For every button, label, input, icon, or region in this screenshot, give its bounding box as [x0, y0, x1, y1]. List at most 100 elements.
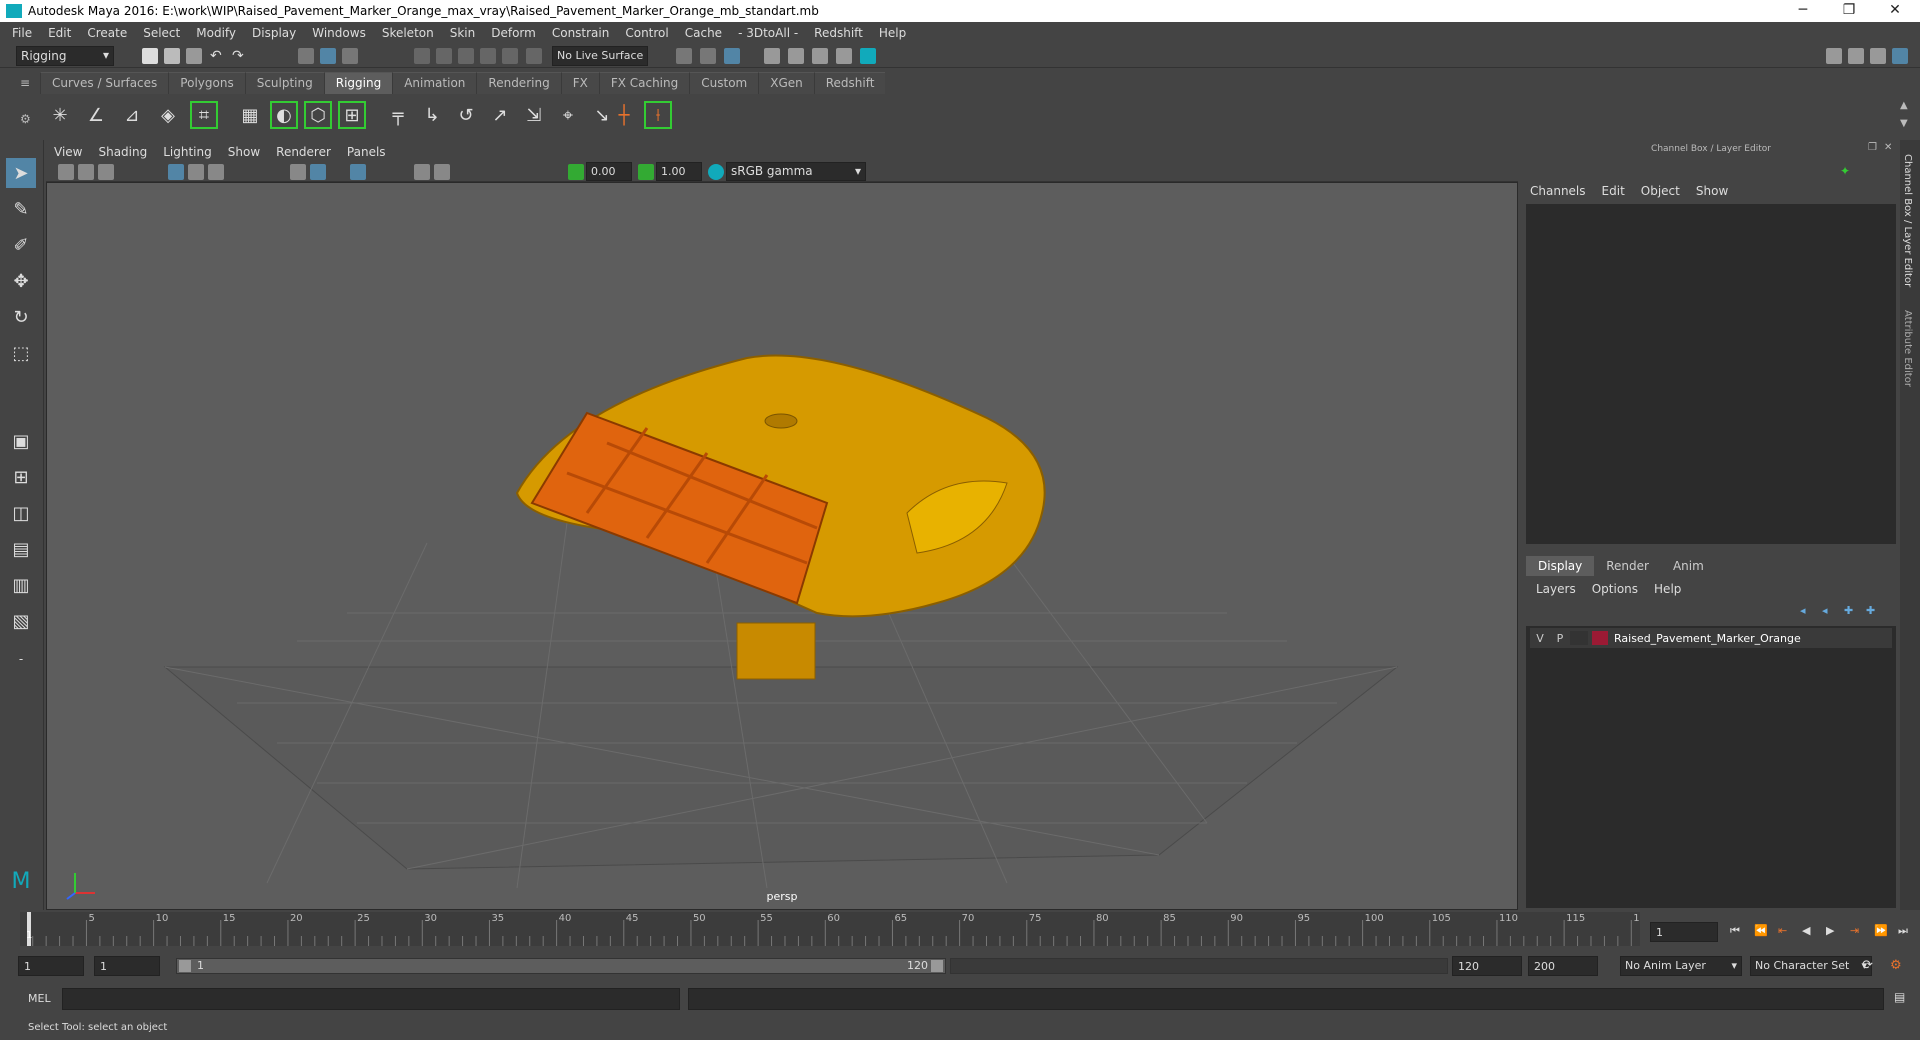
shelf-tab-polygons[interactable]: Polygons	[168, 72, 245, 94]
history-icon[interactable]	[676, 48, 692, 64]
grid-toggle-icon[interactable]	[168, 164, 184, 180]
resolution-gate-icon[interactable]	[208, 164, 224, 180]
menu-create[interactable]: Create	[87, 26, 127, 40]
select-component-icon[interactable]	[342, 48, 358, 64]
menuset-dropdown[interactable]: Rigging ▾	[16, 46, 114, 66]
shelf-tab-sculpting[interactable]: Sculpting	[244, 72, 324, 94]
undo-icon[interactable]: ↶	[210, 48, 226, 64]
ik-spline-icon[interactable]: ⊿	[118, 101, 146, 129]
menu-select[interactable]: Select	[143, 26, 180, 40]
snap-plane-icon[interactable]	[480, 48, 496, 64]
shelf-scroll-up-icon[interactable]: ▲	[1900, 100, 1916, 116]
shelf-tab-xgen[interactable]: XGen	[758, 72, 814, 94]
channel-box-list[interactable]	[1526, 204, 1896, 544]
float-panel-icon[interactable]: ❐	[1868, 142, 1884, 158]
layout-more-icon[interactable]: -	[6, 644, 36, 674]
shelf-tab-fx[interactable]: FX	[560, 72, 599, 94]
playback-start-field[interactable]: 1	[94, 956, 160, 976]
channel-box-toggle-icon[interactable]	[1892, 48, 1908, 64]
menu-file[interactable]: File	[12, 26, 32, 40]
step-back-key-icon[interactable]: ⏪	[1754, 924, 1770, 940]
pole-vector-icon[interactable]: ⌖	[554, 101, 582, 129]
exposure-field[interactable]: 0.00	[586, 162, 632, 181]
range-start-handle[interactable]	[179, 960, 191, 972]
scale-tool-icon[interactable]: ⬚	[6, 338, 36, 368]
viewport-menu-view[interactable]: View	[54, 145, 82, 159]
select-hierarchy-icon[interactable]	[298, 48, 314, 64]
shelf-scroll-down-icon[interactable]: ▼	[1900, 118, 1916, 134]
viewport-menu-renderer[interactable]: Renderer	[276, 145, 331, 159]
rotate-tool-icon[interactable]: ↻	[6, 302, 36, 332]
shelf-tab-rendering[interactable]: Rendering	[476, 72, 561, 94]
shadows-icon[interactable]	[414, 164, 430, 180]
channel-box-menu-object[interactable]: Object	[1641, 184, 1680, 198]
auto-key-icon[interactable]: ⟳	[1862, 958, 1878, 974]
exposure-icon[interactable]	[568, 164, 584, 180]
go-to-start-icon[interactable]: ⏮	[1730, 924, 1746, 940]
scale-constraint-icon[interactable]: ↗	[486, 101, 514, 129]
quick-rig-icon[interactable]: ⌗	[190, 101, 218, 129]
layer-visibility-toggle[interactable]: V	[1530, 632, 1550, 645]
menu-redshift[interactable]: Redshift	[814, 26, 863, 40]
layout-two-icon[interactable]: ◫	[6, 498, 36, 528]
color-space-dropdown[interactable]: sRGB gamma ▾	[726, 162, 866, 181]
shelf-tab-redshift[interactable]: Redshift	[813, 72, 886, 94]
new-layer-icon[interactable]: ✚	[1844, 604, 1860, 620]
make-live-icon[interactable]	[526, 48, 542, 64]
camera-bookmark-icon[interactable]	[78, 164, 94, 180]
side-tab-attribute-editor[interactable]: Attribute Editor	[1902, 310, 1913, 387]
restore-button[interactable]: ❐	[1826, 0, 1872, 22]
layer-tab-anim[interactable]: Anim	[1661, 556, 1716, 576]
hypershade-icon[interactable]	[836, 48, 852, 64]
locator-icon[interactable]: ┼	[610, 101, 638, 129]
render-frame-icon[interactable]	[764, 48, 780, 64]
shelf-tab-custom[interactable]: Custom	[689, 72, 759, 94]
step-forward-frame-icon[interactable]: ⇥	[1850, 924, 1866, 940]
menu-cache[interactable]: Cache	[685, 26, 722, 40]
redo-icon[interactable]: ↷	[232, 48, 248, 64]
gamma-icon[interactable]	[638, 164, 654, 180]
layer-name[interactable]: Raised_Pavement_Marker_Orange	[1614, 632, 1801, 645]
viewport-menu-show[interactable]: Show	[228, 145, 260, 159]
film-gate-icon[interactable]	[188, 164, 204, 180]
render-view-icon[interactable]	[724, 48, 740, 64]
close-panel-icon[interactable]: ✕	[1884, 142, 1900, 158]
command-language-label[interactable]: MEL	[28, 992, 51, 1005]
hik-icon[interactable]: ⟊	[644, 101, 672, 129]
ambient-occlusion-icon[interactable]	[434, 164, 450, 180]
modeling-toolkit-icon[interactable]	[1826, 48, 1842, 64]
menu-skeleton[interactable]: Skeleton	[382, 26, 434, 40]
shelf-tab-fx-caching[interactable]: FX Caching	[598, 72, 690, 94]
layer-row[interactable]: V P Raised_Pavement_Marker_Orange	[1530, 628, 1892, 648]
image-plane-icon[interactable]	[98, 164, 114, 180]
textured-icon[interactable]	[350, 164, 366, 180]
wireframe-icon[interactable]	[290, 164, 306, 180]
smooth-shade-icon[interactable]	[310, 164, 326, 180]
menu-skin[interactable]: Skin	[450, 26, 476, 40]
insert-joint-icon[interactable]: ◈	[154, 101, 182, 129]
animation-end-field[interactable]: 200	[1528, 956, 1598, 976]
side-tab-channel-box[interactable]: Channel Box / Layer Editor	[1902, 154, 1913, 287]
bind-skin-icon[interactable]: ▦	[236, 101, 264, 129]
menu-modify[interactable]: Modify	[196, 26, 236, 40]
attribute-editor-toggle-icon[interactable]	[1848, 48, 1864, 64]
construction-history-icon[interactable]	[700, 48, 716, 64]
move-tool-icon[interactable]: ✥	[6, 266, 36, 296]
layer-tab-display[interactable]: Display	[1526, 556, 1595, 576]
layout-single-icon[interactable]: ▣	[6, 426, 36, 456]
tool-settings-toggle-icon[interactable]	[1870, 48, 1886, 64]
shelf-tab-animation[interactable]: Animation	[392, 72, 477, 94]
menu-3dtoall[interactable]: - 3DtoAll -	[738, 26, 798, 40]
menu-constrain[interactable]: Constrain	[552, 26, 610, 40]
render-settings-icon[interactable]	[812, 48, 828, 64]
playback-end-field[interactable]: 120	[1452, 956, 1522, 976]
paint-weights-icon[interactable]: ◐	[270, 101, 298, 129]
range-slider[interactable]: 1 120	[176, 958, 946, 974]
layer-menu-layers[interactable]: Layers	[1536, 582, 1576, 596]
channel-box-menu-edit[interactable]: Edit	[1602, 184, 1625, 198]
live-surface-field[interactable]: No Live Surface	[552, 46, 648, 66]
ipr-render-icon[interactable]	[788, 48, 804, 64]
viewport-menu-shading[interactable]: Shading	[98, 145, 147, 159]
play-forwards-icon[interactable]: ▶	[1826, 924, 1842, 940]
cluster-icon[interactable]: ⊞	[338, 101, 366, 129]
